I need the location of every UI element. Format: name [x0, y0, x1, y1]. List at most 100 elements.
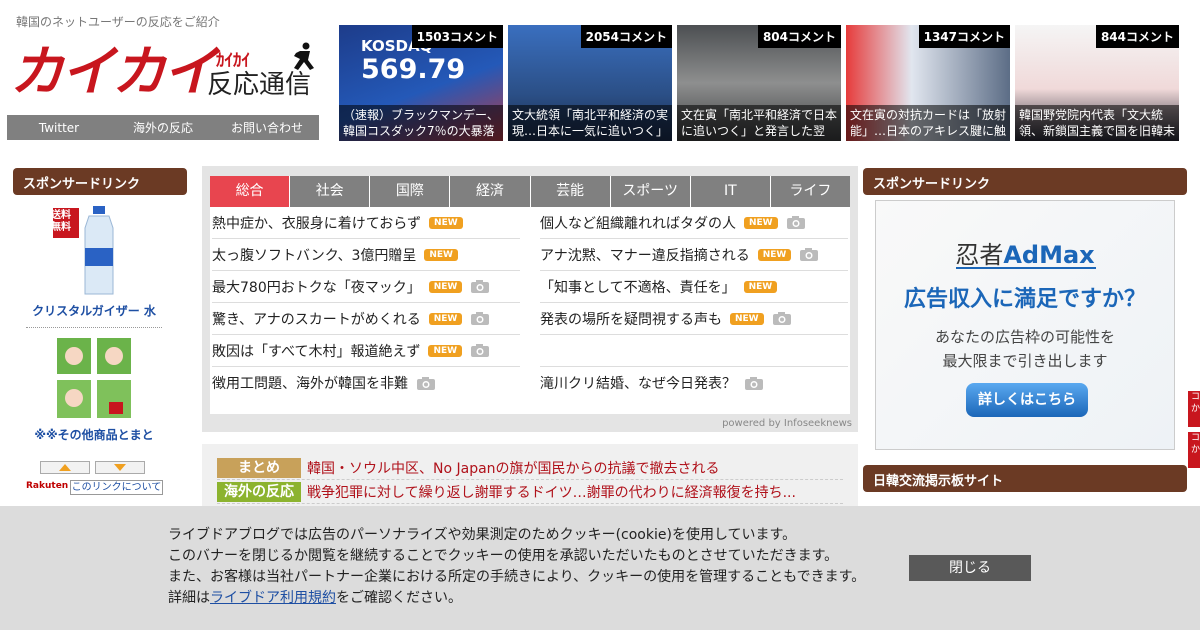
headline-link[interactable]: 戦争犯罪に対して繰り返し謝罪するドイツ…謝罪の代わりに経済報復を持ち...	[307, 482, 796, 502]
news-column-right: 個人など組織離れればタダの人 NEW アナ沈黙、マナー違反指摘される NEW 「知事とし…	[540, 207, 848, 399]
featured-thumb[interactable]: 804コメント 文在寅「南北平和経済で日本に追いつく」と発言した翌	[677, 25, 841, 141]
about-link-button[interactable]: このリンクについて	[70, 480, 163, 495]
cookie-line: このバナーを閉じるか閲覧を継続することでクッキーの使用を承認いただいたものとさせ…	[168, 548, 839, 564]
cookie-close-button[interactable]: 閉じる	[909, 555, 1031, 581]
thumb-caption: 韓国野党院内代表「文大統領、新鎖国主義で国を旧韓末	[1015, 105, 1179, 141]
top-nav: Twitter 海外の反応 お問い合わせ	[7, 115, 319, 140]
tab-society[interactable]: 社会	[290, 176, 371, 207]
news-title: 「知事として不適格、責任を」	[540, 279, 736, 296]
camera-icon	[417, 376, 435, 390]
nav-contact[interactable]: お問い合わせ	[215, 119, 319, 136]
cookie-line: ライブドアブログでは広告のパーソナライズや効果測定のためクッキー(cookie)…	[168, 527, 797, 543]
featured-thumbs: KOSDAQ 569.79 1503コメント （速報）ブラックマンデー、韓国コス…	[339, 25, 1179, 141]
cookie-line: 詳細はライブドア利用規約をご確認ください。	[168, 588, 865, 609]
news-title: 驚き、アナのスカートがめくれる	[212, 311, 421, 328]
news-title: 滝川クリ結婚、なぜ今日発表？	[540, 376, 736, 392]
camera-icon	[786, 216, 805, 229]
comment-count: 844コメント	[1095, 25, 1179, 48]
edge-side-tab[interactable]: コか	[1188, 432, 1200, 468]
thumb-caption: （速報）ブラックマンデー、韓国コスダック7％の大暴落	[339, 105, 503, 141]
camera-icon	[471, 280, 490, 293]
nav-overseas-reaction[interactable]: 海外の反応	[111, 119, 215, 136]
product-link-water[interactable]: クリスタルガイザー 水	[22, 302, 166, 319]
triangle-down-icon	[114, 464, 126, 471]
admax-body: あなたの広告枠の可能性を 最大限まで引き出します	[876, 325, 1174, 373]
new-badge: NEW	[730, 312, 764, 325]
camera-icon	[800, 248, 819, 261]
diapers-product-image[interactable]	[49, 336, 139, 422]
tab-it[interactable]: IT	[690, 176, 771, 207]
featured-thumb[interactable]: 1347コメント 文在寅の対抗カードは「放射能」…日本のアキレス腱に触	[846, 25, 1010, 141]
headline-box: まとめ 韓国・ソウル中区、No Japanの旗が国民からの抗議で撤去される 海外…	[202, 444, 858, 514]
news-item[interactable]: 驚き、アナのスカートがめくれる NEW	[212, 303, 520, 335]
camera-icon	[772, 312, 791, 325]
product-link-more[interactable]: ※※その他商品とまと	[22, 426, 166, 443]
triangle-up-icon	[59, 464, 71, 471]
featured-thumb[interactable]: 2054コメント 文大統領「南北平和経済の実現…日本に一気に追いつく」	[508, 25, 672, 141]
admax-banner[interactable]: 忍者AdMax 広告収入に満足ですか？ あなたの広告枠の可能性を 最大限まで引き…	[875, 200, 1175, 450]
new-badge: NEW	[757, 248, 792, 261]
tab-life[interactable]: ライフ	[770, 176, 850, 207]
camera-icon	[745, 376, 763, 390]
site-logo[interactable]: カイカイ ｶｲｶｲ 反応通信	[10, 40, 320, 110]
news-item[interactable]: 太っ腹ソフトバンク、3億円贈呈 NEW	[212, 239, 520, 271]
news-item[interactable]: 熱中症か、衣服身に着けておらず NEW	[212, 207, 520, 239]
news-column-left: 熱中症か、衣服身に着けておらず NEW 太っ腹ソフトバンク、3億円贈呈 NEW 最大78…	[212, 207, 520, 399]
scroll-up-button[interactable]	[40, 461, 90, 474]
headline-row[interactable]: 海外の反応 戦争犯罪に対して繰り返し謝罪するドイツ…謝罪の代わりに経済報復を持ち…	[217, 480, 843, 504]
nav-twitter[interactable]: Twitter	[7, 121, 111, 135]
cookie-text: ライブドアブログでは広告のパーソナライズや効果測定のためクッキー(cookie)…	[168, 525, 865, 609]
tag-overseas-reaction: 海外の反応	[217, 481, 301, 502]
admax-brand-prefix: 忍者	[955, 241, 1004, 269]
news-columns: 熱中症か、衣服身に着けておらず NEW 太っ腹ソフトバンク、3億円贈呈 NEW 最大78…	[210, 207, 850, 399]
right-sponsored-heading: スポンサードリンク	[863, 168, 1187, 195]
tab-entertainment[interactable]: 芸能	[530, 176, 611, 207]
new-badge: NEW	[428, 312, 463, 325]
news-item[interactable]: 最大780円おトクな「夜マック」 NEW	[212, 271, 520, 303]
camera-icon	[471, 312, 490, 325]
featured-thumb[interactable]: 844コメント 韓国野党院内代表「文大統領、新鎖国主義で国を旧韓末	[1015, 25, 1179, 141]
news-item[interactable]: 「知事として不適格、責任を」 NEW	[540, 271, 848, 303]
headline-link[interactable]: 韓国・ソウル中区、No Japanの旗が国民からの抗議で撤去される	[307, 458, 720, 478]
cookie-line-prefix: 詳細は	[168, 590, 210, 606]
tag-matome: まとめ	[217, 457, 301, 478]
news-item[interactable]: 徴用工問題、海外が韓国を非難	[212, 367, 520, 399]
tab-international[interactable]: 国際	[370, 176, 451, 207]
comment-count: 804コメント	[757, 25, 841, 48]
divider	[26, 327, 162, 328]
new-badge: NEW	[424, 248, 458, 261]
rakuten-logo: Rakuten	[26, 481, 69, 491]
tab-general[interactable]: 総合	[210, 176, 291, 207]
featured-thumb[interactable]: KOSDAQ 569.79 1503コメント （速報）ブラックマンデー、韓国コス…	[339, 25, 503, 141]
news-item[interactable]: アナ沈黙、マナー違反指摘される NEW	[540, 239, 848, 271]
news-widget: 総合 社会 国際 経済 芸能 スポーツ IT ライフ 熱中症か、衣服身に着けてお…	[202, 166, 858, 432]
comment-count: 1347コメント	[918, 25, 1010, 48]
left-sponsored-ads: 送料無料 クリスタルガイザー 水 ※※その他商品とまと	[22, 206, 166, 443]
news-item-empty	[540, 335, 848, 367]
admax-body-line: あなたの広告枠の可能性を	[934, 328, 1115, 346]
news-tabs: 総合 社会 国際 経済 芸能 スポーツ IT ライフ	[210, 176, 850, 207]
thumb-caption: 文大統領「南北平和経済の実現…日本に一気に追いつく」	[508, 105, 672, 141]
new-badge: NEW	[428, 344, 463, 357]
headline-row[interactable]: まとめ 韓国・ソウル中区、No Japanの旗が国民からの抗議で撤去される	[217, 456, 843, 480]
new-badge: NEW	[428, 280, 463, 293]
news-item[interactable]: 滝川クリ結婚、なぜ今日発表？	[540, 367, 848, 399]
cookie-line-suffix: をご確認ください。	[336, 590, 462, 606]
tab-sports[interactable]: スポーツ	[610, 176, 691, 207]
news-item[interactable]: 発表の場所を疑問視する声も NEW	[540, 303, 848, 335]
admax-brand-name: AdMax	[1003, 241, 1095, 269]
new-badge: NEW	[429, 216, 463, 229]
tab-economy[interactable]: 経済	[450, 176, 531, 207]
news-item[interactable]: 個人など組織離れればタダの人 NEW	[540, 207, 848, 239]
edge-side-tab[interactable]: コか	[1188, 391, 1200, 427]
cookie-line: また、お客様は当社パートナー企業における所定の手続きにより、クッキーの使用を管理…	[168, 569, 866, 585]
kosdaq-value: 569.79	[361, 54, 466, 85]
terms-link[interactable]: ライブドア利用規約	[210, 590, 336, 606]
news-item[interactable]: 敗因は「すべて木村」報道絶えず NEW	[212, 335, 520, 367]
thumb-caption: 文在寅「南北平和経済で日本に追いつく」と発言した翌	[677, 105, 841, 141]
scroll-down-button[interactable]	[95, 461, 145, 474]
running-figure-icon	[294, 42, 314, 70]
admax-details-button[interactable]: 詳しくはこちら	[966, 383, 1088, 417]
news-title: 徴用工問題、海外が韓国を非難	[212, 376, 408, 392]
news-title: 最大780円おトクな「夜マック」	[212, 279, 421, 296]
